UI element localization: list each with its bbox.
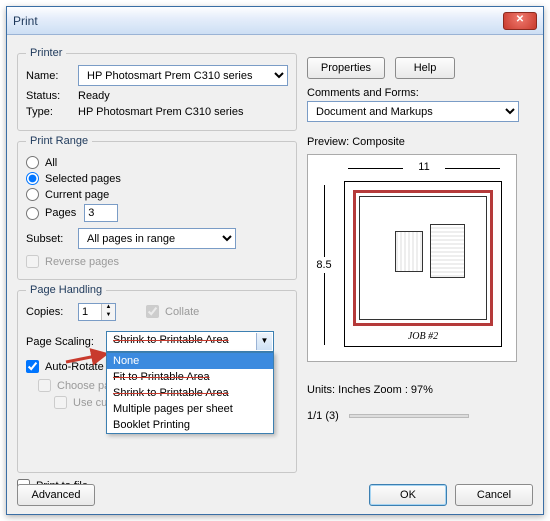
comments-select[interactable]: Document and Markups [307,101,519,122]
collate-checkbox [146,305,159,318]
scaling-option-shrink[interactable]: Shrink to Printable Area [107,385,273,401]
titlebar: Print ✕ [7,7,543,35]
advanced-button[interactable]: Advanced [17,484,95,506]
printer-legend: Printer [26,47,66,59]
dim-height: 8.5 [316,257,331,273]
reverse-pages-checkbox [26,255,39,268]
copies-input[interactable] [79,305,101,319]
preview-slider[interactable] [349,414,469,418]
preview-page: JOB #2 [344,181,502,347]
help-button[interactable]: Help [395,57,455,79]
close-button[interactable]: ✕ [503,12,537,30]
print-range-group: Print Range All Selected pages Current p… [17,135,297,280]
custom-paper-checkbox [54,396,67,409]
type-label: Type: [26,106,78,118]
subset-label: Subset: [26,233,78,245]
range-all-label: All [45,157,57,169]
chevron-down-icon[interactable]: ▼ [256,333,272,350]
preview-label: Preview: Composite [307,136,533,148]
range-pages-label: Pages [45,207,76,219]
window-title: Print [13,14,38,28]
printer-group: Printer Name: HP Photosmart Prem C310 se… [17,47,297,131]
page-handling-group: Page Handling Copies: ▲▼ Collate [17,284,297,473]
printer-name-select[interactable]: HP Photosmart Prem C310 series [78,65,288,86]
handling-legend: Page Handling [26,284,106,296]
scaling-option-fit[interactable]: Fit to Printable Area [107,369,273,385]
scaling-selected-text: Shrink to Printable Area [113,334,229,346]
status-label: Status: [26,90,78,102]
range-all-radio[interactable] [26,156,39,169]
page-counter: 1/1 (3) [307,410,339,422]
scaling-label: Page Scaling: [26,336,106,348]
auto-rotate-checkbox[interactable] [26,360,39,373]
scaling-option-none[interactable]: None [107,353,273,369]
comments-label: Comments and Forms: [307,87,533,99]
units-zoom: Units: Inches Zoom : 97% [307,384,533,396]
copies-label: Copies: [26,306,78,318]
print-dialog: Print ✕ Printer Name: HP Photosmart Prem… [6,6,544,515]
copies-spinner[interactable]: ▲▼ [78,303,116,321]
reverse-pages-label: Reverse pages [45,256,119,268]
pages-input[interactable] [84,204,118,222]
cancel-button[interactable]: Cancel [455,484,533,506]
range-selected-label: Selected pages [45,173,121,185]
dim-width: 11 [418,161,429,173]
spin-down-icon[interactable]: ▼ [101,312,115,320]
range-current-label: Current page [45,189,109,201]
ok-button[interactable]: OK [369,484,447,506]
range-pages-radio[interactable] [26,207,39,220]
page-scaling-dropdown[interactable]: None Fit to Printable Area Shrink to Pri… [106,352,274,434]
job-label: JOB #2 [345,331,501,342]
range-current-radio[interactable] [26,188,39,201]
preview-box: 11 8.5 JOB #2 [307,154,517,362]
page-scaling-select[interactable]: Shrink to Printable Area ▼ [106,331,274,352]
properties-button[interactable]: Properties [307,57,385,79]
range-legend: Print Range [26,135,92,147]
floor-plan [353,190,493,326]
spin-up-icon[interactable]: ▲ [101,304,115,312]
collate-label: Collate [165,306,199,318]
name-label: Name: [26,70,78,82]
status-value: Ready [78,90,110,102]
scaling-option-booklet[interactable]: Booklet Printing [107,417,273,433]
type-value: HP Photosmart Prem C310 series [78,106,243,118]
scaling-option-multiple[interactable]: Multiple pages per sheet [107,401,273,417]
range-selected-radio[interactable] [26,172,39,185]
choose-paper-checkbox [38,379,51,392]
subset-select[interactable]: All pages in range [78,228,236,249]
